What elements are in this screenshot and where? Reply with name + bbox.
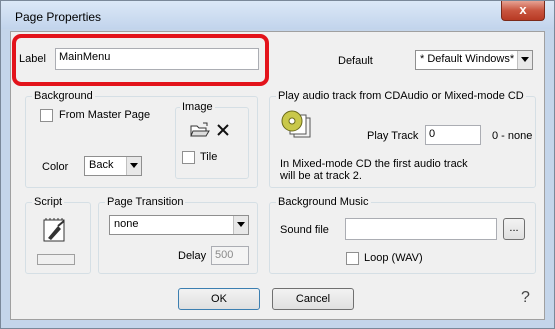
sound-file-input[interactable] bbox=[345, 218, 497, 240]
transition-select[interactable]: none bbox=[109, 215, 249, 235]
cancel-button[interactable]: Cancel bbox=[272, 288, 354, 310]
script-preview-box bbox=[37, 254, 75, 265]
background-group-title: Background bbox=[32, 90, 95, 102]
default-select-value: * Default Windows* bbox=[420, 53, 515, 65]
script-icon[interactable] bbox=[42, 218, 68, 244]
audio-group: Play audio track from CDAudio or Mixed-m… bbox=[269, 90, 536, 188]
tile-label: Tile bbox=[200, 151, 218, 163]
sound-file-label: Sound file bbox=[280, 224, 329, 236]
from-master-page-checkbox[interactable] bbox=[40, 109, 53, 122]
delete-x-icon[interactable] bbox=[216, 123, 230, 137]
audio-info-line1: In Mixed-mode CD the first audio track bbox=[280, 158, 468, 170]
play-track-hint: 0 - none bbox=[492, 130, 533, 142]
chevron-down-icon[interactable] bbox=[233, 216, 248, 234]
transition-select-value: none bbox=[114, 218, 139, 230]
background-music-group: Background Music Sound file ... Loop (WA… bbox=[269, 196, 536, 274]
play-track-input[interactable]: 0 bbox=[425, 125, 481, 145]
color-select-value: Back bbox=[89, 159, 114, 171]
title-bar[interactable]: Page Properties x bbox=[1, 1, 554, 29]
window-title: Page Properties bbox=[15, 10, 102, 24]
background-music-group-title: Background Music bbox=[276, 196, 371, 208]
default-caption: Default bbox=[338, 55, 373, 67]
script-group: Script bbox=[25, 196, 91, 274]
color-label: Color bbox=[42, 161, 69, 173]
label-highlight-annotation bbox=[12, 34, 269, 86]
page-transition-group: Page Transition none Delay 500 bbox=[98, 196, 258, 274]
default-select[interactable]: * Default Windows* bbox=[415, 50, 533, 70]
chevron-down-icon[interactable] bbox=[517, 51, 532, 69]
loop-wav-checkbox[interactable] bbox=[346, 252, 359, 265]
from-master-page-label: From Master Page bbox=[59, 109, 151, 121]
color-select[interactable]: Back bbox=[84, 156, 142, 176]
browse-button[interactable]: ... bbox=[503, 218, 525, 240]
audio-group-title: Play audio track from CDAudio or Mixed-m… bbox=[276, 90, 526, 102]
play-track-label: Play Track bbox=[367, 130, 419, 142]
close-icon: x bbox=[519, 2, 527, 17]
cd-audio-icon bbox=[281, 110, 311, 138]
image-group: Image Tile bbox=[175, 101, 249, 179]
help-icon[interactable]: ? bbox=[521, 289, 530, 307]
background-group: Background From Master Page Color Back I… bbox=[25, 90, 258, 188]
loop-wav-label: Loop (WAV) bbox=[364, 252, 423, 264]
page-transition-group-title: Page Transition bbox=[105, 196, 186, 208]
delay-label: Delay bbox=[178, 250, 207, 262]
open-folder-icon[interactable] bbox=[190, 122, 210, 138]
chevron-down-icon[interactable] bbox=[126, 157, 141, 175]
ok-button[interactable]: OK bbox=[178, 288, 260, 310]
audio-info-line2: will be at track 2. bbox=[280, 170, 362, 182]
close-button[interactable]: x bbox=[501, 1, 545, 21]
image-group-title: Image bbox=[180, 101, 215, 113]
tile-checkbox[interactable] bbox=[182, 151, 195, 164]
delay-input[interactable]: 500 bbox=[211, 246, 249, 265]
script-group-title: Script bbox=[32, 196, 65, 208]
